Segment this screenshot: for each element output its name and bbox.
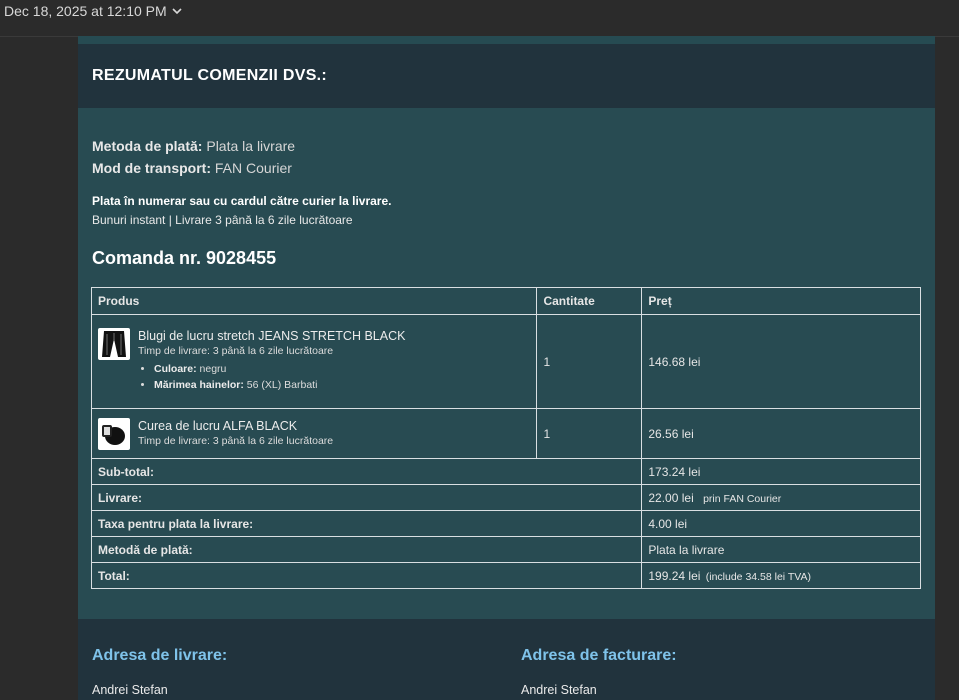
delivery-row: Livrare: 22.00 lei prin FAN Courier: [90, 484, 921, 511]
total-row: Total: 199.24 lei (include 34.58 lei TVA…: [90, 562, 921, 589]
cod-fee-label: Taxa pentru plata la livrare:: [90, 510, 643, 537]
table-row: Curea de lucru ALFA BLACK Timp de livrar…: [90, 408, 921, 459]
billing-address-name: Andrei Stefan: [521, 683, 597, 697]
cod-fee-value: 4.00 lei: [641, 510, 921, 537]
quantity-cell: 1: [536, 314, 643, 409]
product-name[interactable]: Blugi de lucru stretch JEANS STRETCH BLA…: [138, 329, 405, 343]
table-row: Blugi de lucru stretch JEANS STRETCH BLA…: [90, 314, 921, 409]
payment-method-label: Metoda de plată:: [92, 138, 203, 154]
quantity-cell: 1: [536, 408, 643, 459]
shipping-address-name: Andrei Stefan: [92, 683, 168, 697]
shipping-address-title: Adresa de livrare:: [92, 647, 228, 664]
delivery-aside: prin FAN Courier: [703, 492, 782, 505]
chevron-down-icon: [172, 8, 182, 15]
summary-header: REZUMATUL COMENZII DVS.:: [78, 44, 935, 108]
subtotal-label: Sub-total:: [90, 458, 643, 485]
belt-icon[interactable]: [98, 418, 130, 450]
product-attributes: Culoare: negru Mărimea hainelor: 56 (XL)…: [138, 363, 405, 391]
billing-address-title: Adresa de facturare:: [521, 647, 677, 664]
delivery-value-cell: 22.00 lei prin FAN Courier: [641, 484, 921, 511]
order-number: Comanda nr. 9028455: [92, 248, 277, 268]
addresses-section: Adresa de livrare: Adresa de facturare: …: [78, 619, 935, 700]
subtotal-row: Sub-total: 173.24 lei: [90, 458, 921, 485]
delivery-value: 22.00 lei: [648, 490, 694, 505]
top-bar: Dec 18, 2025 at 12:10 PM: [0, 0, 959, 37]
summary-title: REZUMATUL COMENZII DVS.:: [92, 67, 328, 84]
product-name[interactable]: Curea de lucru ALFA BLACK: [138, 419, 333, 433]
shipping-method-label: Mod de transport:: [92, 160, 211, 176]
date-label: Dec 18, 2025 at 12:10 PM: [4, 3, 167, 19]
total-value-cell: 199.24 lei (include 34.58 lei TVA): [641, 562, 921, 589]
product-delivery: Timp de livrare: 3 până la 6 zile lucrăt…: [138, 345, 334, 357]
payment-method-row: Metodă de plată: Plata la livrare: [90, 536, 921, 563]
col-product: Produs: [90, 287, 538, 315]
price-cell: 26.56 lei: [641, 408, 921, 459]
product-cell: Blugi de lucru stretch JEANS STRETCH BLA…: [90, 314, 538, 409]
payment-method-value: Plata la livrare: [206, 138, 296, 154]
delivery-label: Livrare:: [90, 484, 643, 511]
cash-note: Plata în numerar sau cu cardul către cur…: [92, 194, 392, 208]
cod-fee-row: Taxa pentru plata la livrare: 4.00 lei: [90, 510, 921, 537]
product-cell: Curea de lucru ALFA BLACK Timp de livrar…: [90, 408, 538, 459]
attribute-size: Mărimea hainelor: 56 (XL) Barbati: [154, 379, 405, 391]
attribute-color: Culoare: negru: [154, 363, 405, 375]
email-body: REZUMATUL COMENZII DVS.: Metoda de plată…: [78, 36, 935, 700]
top-strip: [78, 36, 935, 44]
total-aside: (include 34.58 lei TVA): [705, 570, 812, 583]
shipping-method-value: FAN Courier: [214, 160, 292, 176]
price-cell: 146.68 lei: [641, 314, 921, 409]
total-label: Total:: [90, 562, 643, 589]
method-value: Plata la livrare: [641, 536, 921, 563]
date-dropdown[interactable]: Dec 18, 2025 at 12:10 PM: [4, 3, 183, 19]
subtotal-value: 173.24 lei: [641, 458, 921, 485]
total-value: 199.24 lei: [648, 568, 701, 583]
col-price: Preț: [641, 287, 921, 315]
jeans-icon[interactable]: [98, 328, 130, 360]
payment-method-line: Metoda de plată: Plata la livrare: [92, 138, 295, 154]
product-delivery: Timp de livrare: 3 până la 6 zile lucrăt…: [138, 435, 334, 447]
delivery-note: Bunuri instant | Livrare 3 până la 6 zil…: [92, 213, 353, 227]
col-quantity: Cantitate: [536, 287, 643, 315]
shipping-method-line: Mod de transport: FAN Courier: [92, 160, 292, 176]
order-summary: Metoda de plată: Plata la livrare Mod de…: [78, 108, 935, 619]
order-table: Produs Cantitate Preț Blugi de lucru str…: [90, 287, 921, 589]
method-label: Metodă de plată:: [90, 536, 643, 563]
table-header-row: Produs Cantitate Preț: [90, 287, 921, 315]
